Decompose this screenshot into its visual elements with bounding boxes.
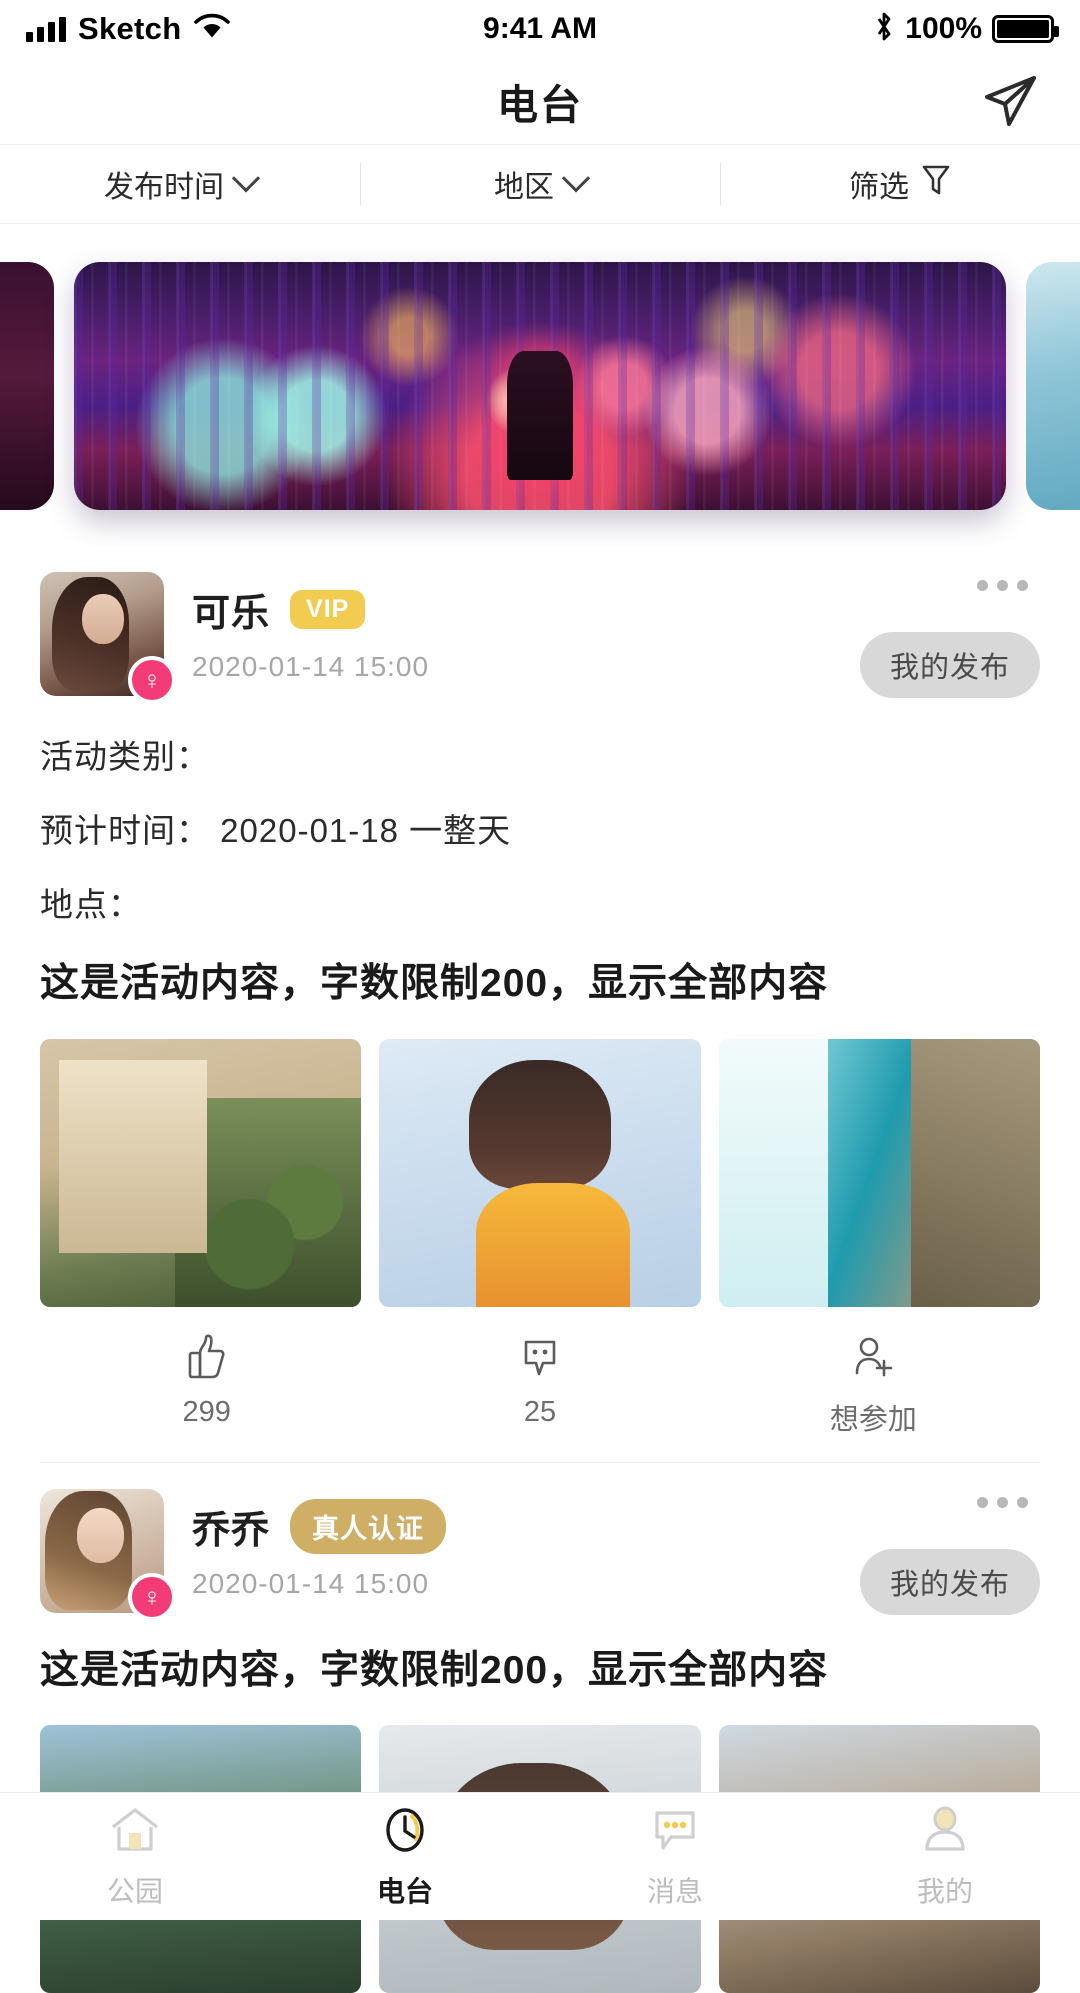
bottom-tab-bar: 公园 电台 消息 我的 bbox=[0, 1792, 1080, 1920]
carrier-label: Sketch bbox=[78, 11, 182, 46]
post-card[interactable]: ♀ 可乐 VIP 2020-01-14 15:00 我的发布 活动类别： 预计时… bbox=[0, 546, 1080, 1462]
tab-park[interactable]: 公园 bbox=[0, 1803, 270, 1910]
gender-female-badge: ♀ bbox=[128, 656, 176, 704]
chevron-down-icon bbox=[561, 164, 591, 193]
avatar[interactable]: ♀ bbox=[40, 1488, 176, 1621]
bluetooth-icon bbox=[873, 10, 895, 49]
post-info-time: 预计时间： 2020-01-18 一整天 bbox=[40, 812, 512, 849]
like-count: 299 bbox=[182, 1395, 231, 1428]
post-image-grid bbox=[40, 1038, 1040, 1307]
banner-slide-prev[interactable] bbox=[0, 262, 54, 510]
post-username: 乔乔 bbox=[192, 1509, 271, 1552]
banner-slide-active[interactable] bbox=[74, 262, 1006, 510]
message-bubble-icon bbox=[647, 1803, 703, 1862]
comment-action[interactable]: 25 bbox=[373, 1333, 706, 1438]
signal-bars-icon bbox=[26, 16, 66, 42]
gender-female-badge: ♀ bbox=[128, 1572, 176, 1621]
battery-percent-label: 100% bbox=[905, 12, 982, 45]
chevron-down-icon bbox=[231, 164, 261, 193]
nav-bar: 电台 bbox=[0, 58, 1080, 144]
wifi-icon bbox=[193, 13, 231, 46]
filter-label: 筛选 bbox=[849, 171, 909, 204]
filter-publish-time[interactable]: 发布时间 bbox=[0, 145, 360, 223]
status-bar: Sketch 9:41 AM 100% bbox=[0, 0, 1080, 58]
verified-badge: 真人认证 bbox=[290, 1498, 447, 1554]
filter-label: 发布时间 bbox=[104, 171, 224, 204]
battery-icon bbox=[992, 15, 1059, 43]
tab-label: 我的 bbox=[916, 1876, 973, 1907]
tab-label: 公园 bbox=[106, 1876, 163, 1907]
post-content: 这是活动内容，字数限制200，显示全部内容 bbox=[40, 1648, 829, 1692]
post-image[interactable] bbox=[718, 1038, 1040, 1307]
comment-count: 25 bbox=[523, 1395, 557, 1428]
tab-radio[interactable]: 电台 bbox=[270, 1803, 540, 1910]
filter-more[interactable]: 筛选 bbox=[720, 145, 1080, 223]
post-header: ♀ 可乐 VIP 2020-01-14 15:00 我的发布 bbox=[40, 546, 1040, 704]
post-name-row: 乔乔 真人认证 bbox=[192, 1498, 1040, 1554]
post-info-category: 活动类别： bbox=[40, 738, 210, 775]
more-dots-icon[interactable] bbox=[965, 1485, 1040, 1520]
post-name-row: 可乐 VIP bbox=[192, 582, 1040, 637]
avatar[interactable]: ♀ bbox=[40, 572, 176, 704]
post-image[interactable] bbox=[40, 1038, 362, 1307]
like-action[interactable]: 299 bbox=[40, 1333, 373, 1438]
filter-label: 地区 bbox=[494, 171, 554, 204]
filter-region[interactable]: 地区 bbox=[360, 145, 720, 223]
funnel-filter-icon bbox=[921, 163, 951, 205]
tab-messages[interactable]: 消息 bbox=[540, 1803, 810, 1910]
join-action[interactable]: 想参加 bbox=[707, 1333, 1040, 1438]
post-header: ♀ 乔乔 真人认证 2020-01-14 15:00 我的发布 bbox=[40, 1463, 1040, 1621]
status-bar-right: 100% bbox=[873, 10, 1059, 49]
status-bar-left: Sketch bbox=[26, 11, 231, 47]
post-info-location: 地点： bbox=[40, 886, 142, 923]
more-dots-icon[interactable] bbox=[965, 568, 1040, 603]
clock-radio-icon bbox=[377, 1803, 433, 1862]
post-action-bar: 299 25 想参加 bbox=[40, 1333, 1040, 1462]
join-label: 想参加 bbox=[829, 1403, 917, 1436]
comment-bubble-icon bbox=[517, 1333, 563, 1386]
person-icon bbox=[917, 1803, 973, 1862]
post-content: 这是活动内容，字数限制200，显示全部内容 bbox=[40, 962, 829, 1005]
person-plus-icon bbox=[850, 1333, 896, 1386]
tab-profile[interactable]: 我的 bbox=[810, 1803, 1080, 1910]
send-plane-icon[interactable] bbox=[974, 65, 1046, 137]
thumbs-up-icon bbox=[184, 1333, 230, 1386]
post-image[interactable] bbox=[379, 1038, 701, 1307]
filter-bar: 发布时间 地区 筛选 bbox=[0, 144, 1080, 224]
vip-badge: VIP bbox=[290, 590, 366, 629]
banner-slide-next[interactable] bbox=[1026, 262, 1080, 510]
tab-label: 电台 bbox=[376, 1876, 433, 1907]
post-username: 可乐 bbox=[192, 593, 271, 635]
owner-tag: 我的发布 bbox=[859, 1548, 1040, 1615]
page-title: 电台 bbox=[497, 82, 583, 128]
home-icon bbox=[107, 1803, 163, 1862]
owner-tag: 我的发布 bbox=[859, 632, 1040, 698]
tab-label: 消息 bbox=[646, 1876, 703, 1907]
post-feed: ♀ 可乐 VIP 2020-01-14 15:00 我的发布 活动类别： 预计时… bbox=[0, 546, 1080, 1993]
banner-carousel[interactable] bbox=[0, 246, 1080, 546]
